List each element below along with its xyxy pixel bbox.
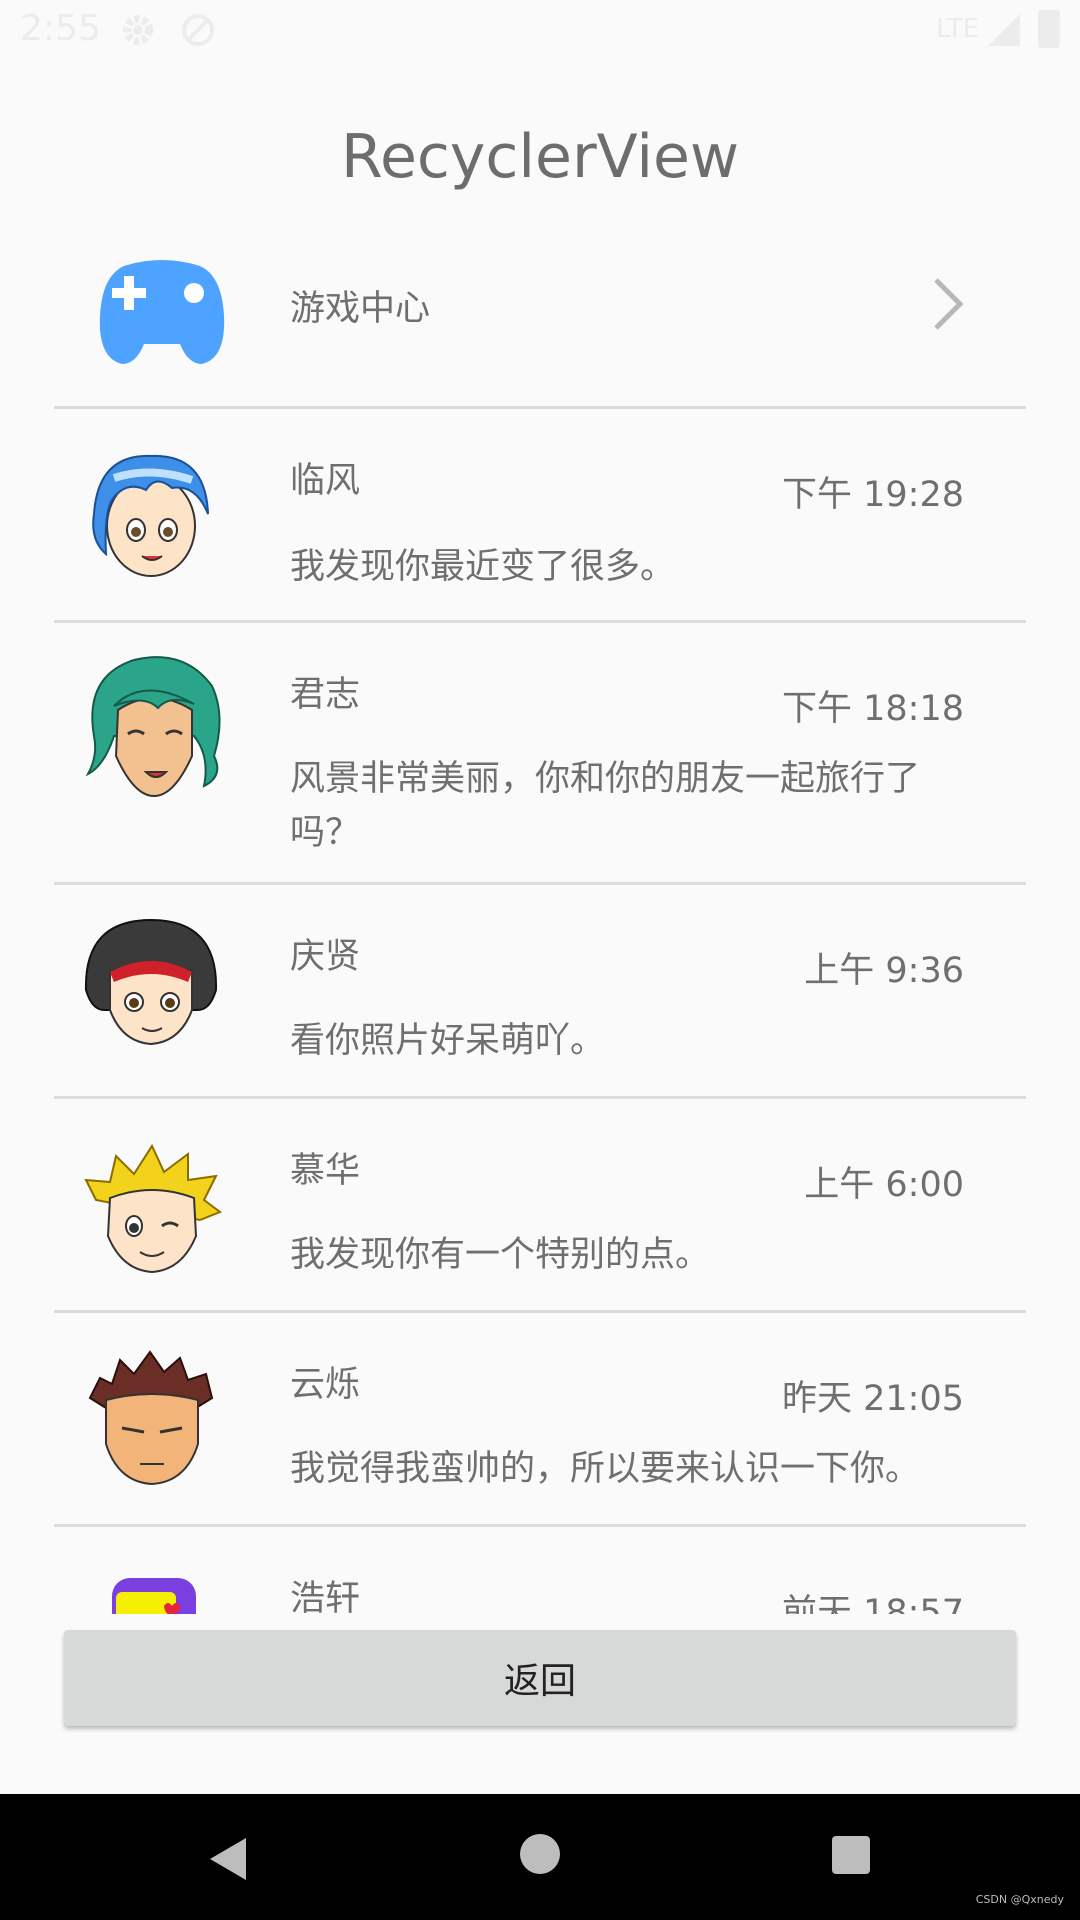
divider (54, 1096, 1026, 1099)
avatar (92, 454, 209, 577)
chevron-right-icon (934, 278, 964, 330)
message-preview: 风景非常美丽，你和你的朋友一起旅行了吗？ (290, 759, 921, 853)
game-center-label: 游戏中心 (290, 289, 431, 329)
back-button[interactable]: 返回 (64, 1630, 1016, 1726)
divider (54, 1524, 1026, 1527)
contact-name: 浩轩 (290, 1579, 361, 1614)
divider (54, 1310, 1026, 1313)
avatar (88, 1350, 214, 1486)
message-preview: 我觉得我蛮帅的，所以要来认识一下你。 (290, 1449, 921, 1489)
conversation-item[interactable]: 慕华 上午 6:00 我发现你有一个特别的点。 (54, 1100, 1026, 1310)
message-time: 昨天 21:05 (782, 1379, 964, 1419)
message-time: 前天 18:57 (782, 1593, 964, 1614)
divider (54, 620, 1026, 623)
conversation-list[interactable]: 游戏中心 临风 下午 19:28 我发现你最近变了很多。 君志 下午 18:18… (0, 0, 1080, 1614)
avatar (84, 1143, 223, 1274)
divider (54, 406, 1026, 409)
conversation-item[interactable]: 君志 下午 18:18 风景非常美丽，你和你的朋友一起旅行了吗？ (54, 624, 1026, 882)
home-circle-icon[interactable] (520, 1834, 560, 1874)
game-center-item[interactable]: 游戏中心 (54, 232, 1026, 406)
back-triangle-icon[interactable] (204, 1834, 254, 1884)
message-time: 下午 19:28 (782, 475, 964, 515)
avatar (112, 1578, 196, 1614)
message-time: 上午 6:00 (804, 1165, 964, 1205)
divider (54, 882, 1026, 885)
conversation-item[interactable]: 庆贤 上午 9:36 看你照片好呆萌吖。 (54, 886, 1026, 1096)
contact-name: 云烁 (290, 1365, 361, 1405)
message-preview: 我发现你最近变了很多。 (290, 547, 676, 587)
watermark: CSDN @Qxnedy (975, 1893, 1064, 1906)
gamepad-icon (99, 260, 225, 364)
contact-name: 慕华 (290, 1151, 361, 1191)
message-time: 下午 18:18 (782, 689, 964, 729)
conversation-item[interactable]: 云烁 昨天 21:05 我觉得我蛮帅的，所以要来认识一下你。 (54, 1314, 1026, 1524)
contact-name: 临风 (290, 461, 361, 501)
recents-square-icon[interactable] (832, 1836, 870, 1874)
message-preview: 我发现你有一个特别的点。 (290, 1235, 711, 1275)
conversation-item[interactable]: 浩轩 前天 18:57 (54, 1528, 1026, 1614)
navigation-bar: CSDN @Qxnedy (0, 1794, 1080, 1920)
contact-name: 君志 (290, 675, 361, 715)
message-time: 上午 9:36 (804, 951, 964, 991)
message-preview: 看你照片好呆萌吖。 (290, 1021, 606, 1061)
avatar (84, 918, 218, 1046)
contact-name: 庆贤 (290, 937, 361, 977)
avatar (85, 656, 221, 798)
conversation-item[interactable]: 临风 下午 19:28 我发现你最近变了很多。 (54, 410, 1026, 620)
